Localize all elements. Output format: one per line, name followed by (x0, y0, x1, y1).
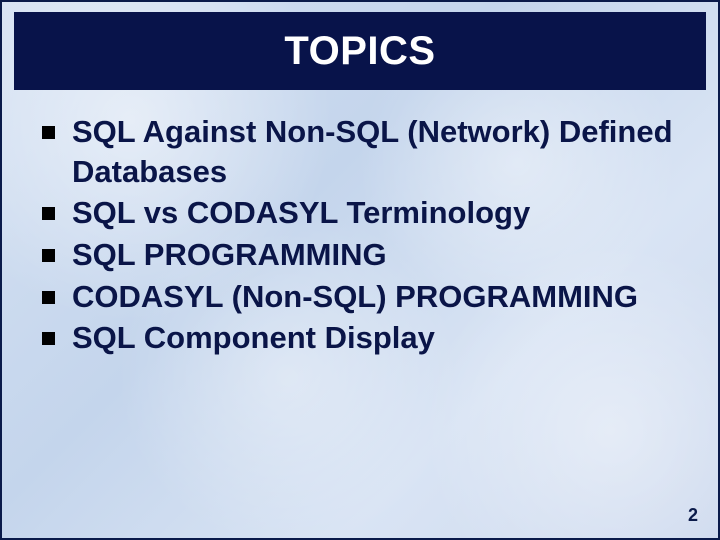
list-item: SQL Component Display (36, 318, 684, 358)
slide-title: TOPICS (284, 29, 435, 74)
list-item: SQL PROGRAMMING (36, 235, 684, 275)
slide: TOPICS SQL Against Non-SQL (Network) Def… (0, 0, 720, 540)
topics-list: SQL Against Non-SQL (Network) Defined Da… (36, 112, 684, 358)
content-area: SQL Against Non-SQL (Network) Defined Da… (2, 90, 718, 358)
list-item: CODASYL (Non-SQL) PROGRAMMING (36, 277, 684, 317)
title-bar: TOPICS (14, 12, 706, 90)
page-number: 2 (688, 505, 698, 526)
list-item: SQL Against Non-SQL (Network) Defined Da… (36, 112, 684, 191)
list-item: SQL vs CODASYL Terminology (36, 193, 684, 233)
